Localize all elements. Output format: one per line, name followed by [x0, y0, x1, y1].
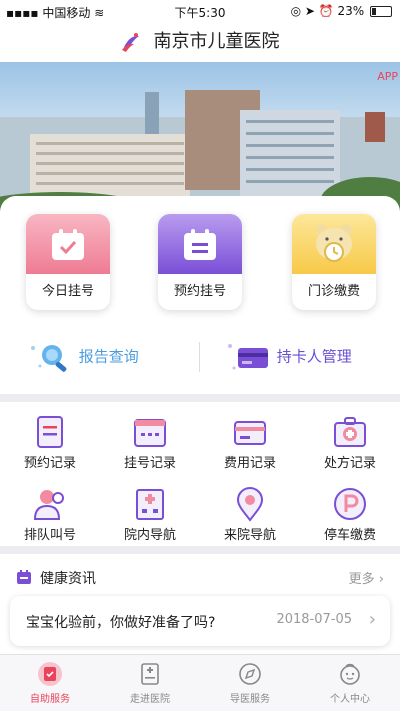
cardholder-management-link[interactable]: 持卡人管理 [226, 336, 352, 376]
search-icon [31, 344, 67, 372]
card-icon [228, 343, 268, 369]
hospital-logo-icon [122, 33, 140, 52]
service-to-hospital-navigation[interactable]: 来院导航 [204, 486, 296, 543]
hospital-info-icon [141, 663, 159, 685]
battery-percent: 23% [337, 4, 365, 18]
tab-personal-center[interactable]: 个人中心 [310, 661, 390, 705]
chevron-right-icon: › [378, 572, 384, 587]
tile-label: 预约挂号 [173, 284, 226, 299]
tile-outpatient-payment[interactable]: 门诊缴费 [292, 214, 376, 310]
app-header: 南京市儿童医院 [0, 22, 400, 62]
document-icon [37, 416, 63, 448]
service-in-hospital-navigation[interactable]: 院内导航 [104, 486, 196, 543]
self-service-icon [38, 662, 62, 686]
tile-label: 今日挂号 [41, 284, 94, 299]
status-bar: ▪▪▪▪ 中国移动 ≋ 下午5:30 ◎ ➤ ⏰ 23% [0, 0, 400, 22]
divider [199, 342, 200, 372]
calendar-icon [134, 419, 166, 447]
news-date: 2018-07-05 [276, 612, 352, 627]
bear-clock-icon [316, 224, 352, 262]
news-title: 宝宝化验前，你做好准备了吗? [26, 615, 216, 631]
hospital-banner[interactable]: APP [0, 62, 400, 212]
hospital-icon [136, 489, 164, 520]
status-right: ◎ ➤ ⏰ 23% [291, 4, 392, 18]
section-title: 健康资讯 [40, 571, 96, 587]
bottom-tab-bar: 自助服务 走进医院 导医服务 个人中心 [0, 654, 400, 711]
chevron-right-icon: › [368, 609, 376, 630]
tile-today-register[interactable]: 今日挂号 [26, 214, 110, 310]
receipt-icon [234, 421, 266, 445]
service-prescription-records[interactable]: 处方记录 [304, 414, 396, 471]
calendar-check-icon [52, 229, 84, 260]
quick-link-label: 持卡人管理 [276, 347, 352, 366]
tile-appointment[interactable]: 预约挂号 [158, 214, 242, 310]
quick-link-label: 报告查询 [78, 347, 139, 366]
news-item[interactable]: 宝宝化验前，你做好准备了吗? 2018-07-05 › [10, 596, 390, 646]
service-appointment-records[interactable]: 预约记录 [4, 414, 96, 471]
calendar-icon [17, 570, 31, 584]
service-register-records[interactable]: 挂号记录 [104, 414, 196, 471]
parking-icon [334, 488, 366, 520]
service-parking-payment[interactable]: 停车缴费 [304, 486, 396, 543]
location-pin-icon [236, 487, 264, 522]
report-query-link[interactable]: 报告查询 [28, 336, 139, 376]
location-icon: ◎ ➤ ⏰ [290, 4, 338, 18]
page-title: 南京市儿童医院 [153, 31, 280, 52]
medical-kit-icon [334, 417, 366, 447]
tab-guide-service[interactable]: 导医服务 [210, 661, 290, 705]
people-icon [33, 490, 64, 520]
health-news-section: 健康资讯 更多 › 宝宝化验前，你做好准备了吗? 2018-07-05 › [0, 554, 400, 654]
tile-label: 门诊缴费 [307, 284, 360, 299]
calendar-list-icon [184, 229, 216, 260]
battery-icon [370, 6, 392, 17]
service-expense-records[interactable]: 费用记录 [204, 414, 296, 471]
child-face-icon [340, 663, 360, 685]
services-grid: 预约记录 挂号记录 费用记录 处方记录 排队叫号 院内导航 来院导航 停车缴费 [0, 402, 400, 546]
compass-icon [239, 663, 261, 685]
service-queue-call[interactable]: 排队叫号 [4, 486, 96, 543]
more-link[interactable]: 更多 › [349, 568, 384, 587]
main-services-card: 今日挂号 预约挂号 门诊缴费 报告查询 持卡人管理 [0, 196, 400, 394]
tab-about-hospital[interactable]: 走进医院 [110, 661, 190, 705]
banner-corner-text: APP [377, 70, 398, 83]
tab-self-service[interactable]: 自助服务 [10, 661, 90, 705]
hospital-photo [0, 90, 400, 212]
